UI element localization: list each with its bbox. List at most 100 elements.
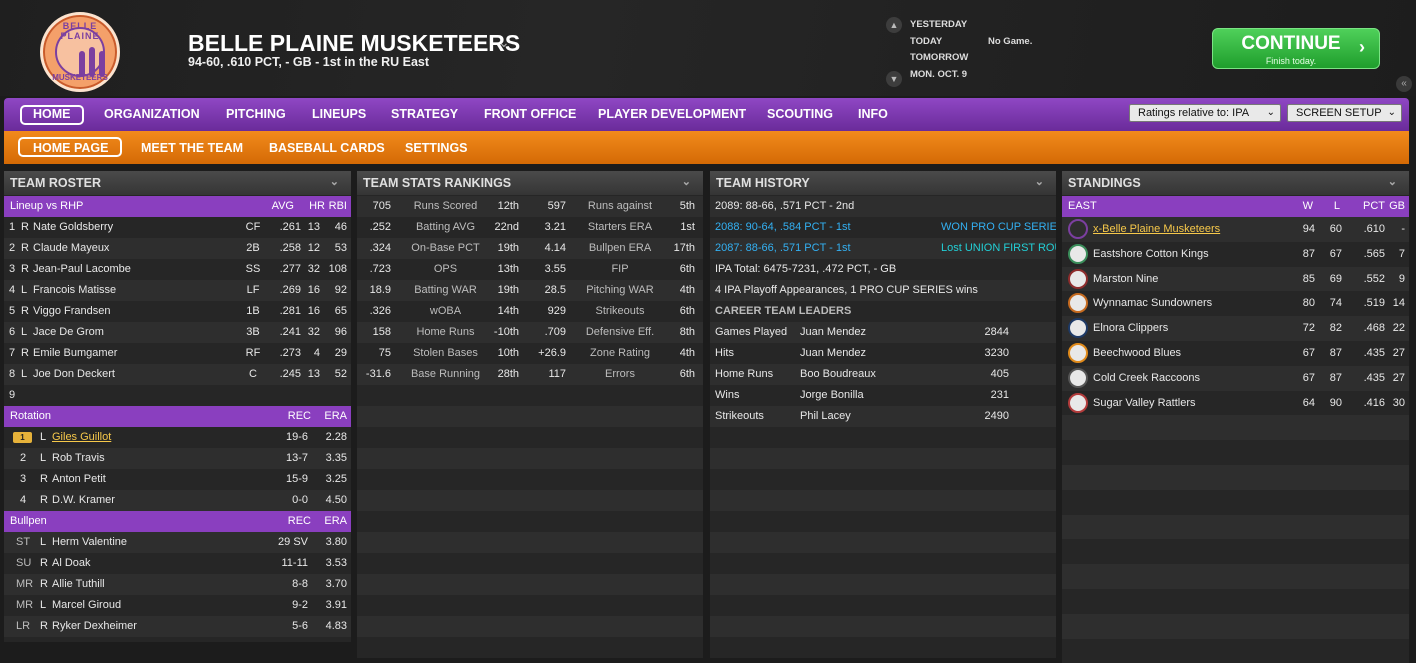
tab-baseball-cards[interactable]: BASEBALL CARDS <box>269 141 385 155</box>
team-name[interactable]: Marston Nine <box>1093 273 1158 285</box>
lineup-row[interactable]: 2 R Claude Mayeux 2B .258 12 53 <box>4 238 351 259</box>
player-name[interactable]: Marcel Giroud <box>52 599 121 611</box>
chevron-up-icon[interactable]: ▲ <box>886 17 902 33</box>
lineup-row[interactable]: 7 R Emile Bumgamer RF .273 4 29 <box>4 343 351 364</box>
player-name[interactable]: Viggo Frandsen <box>33 305 110 317</box>
chevron-down-icon[interactable]: ⌄ <box>330 175 339 188</box>
rotation-row[interactable]: 3 R Anton Petit 15-9 3.25 <box>4 469 351 490</box>
player-name[interactable]: Claude Mayeux <box>33 242 109 254</box>
tab-meet-the-team[interactable]: MEET THE TEAM <box>141 141 243 155</box>
standings-row[interactable]: Wynnamac Sundowners 80 74 .519 14 <box>1062 291 1409 317</box>
lineup-row[interactable]: 3 R Jean-Paul Lacombe SS .277 32 108 <box>4 259 351 280</box>
lineup-row[interactable]: 5 R Viggo Frandsen 1B .281 16 65 <box>4 301 351 322</box>
leader-name[interactable]: Jorge Bonilla <box>800 389 864 401</box>
day-yesterday[interactable]: YESTERDAY <box>910 19 967 30</box>
standings-row[interactable]: Eastshore Cotton Kings 87 67 .565 7 <box>1062 241 1409 267</box>
team-name[interactable]: x-Belle Plaine Musketeers <box>1093 223 1220 235</box>
player-name[interactable]: Joe Don Deckert <box>33 368 115 380</box>
rotation-row[interactable]: 4 R D.W. Kramer 0-0 4.50 <box>4 490 351 511</box>
bullpen-row[interactable]: MR L Marcel Giroud 9-2 3.91 <box>4 595 351 616</box>
standings-row[interactable]: Marston Nine 85 69 .552 9 <box>1062 266 1409 292</box>
player-name[interactable]: Francois Matisse <box>33 284 116 296</box>
lineup-row[interactable]: 4 L Francois Matisse LF .269 16 92 <box>4 280 351 301</box>
season-row[interactable]: 2089: 88-66, .571 PCT - 2nd <box>710 196 1056 217</box>
tab-settings[interactable]: SETTINGS <box>405 141 468 155</box>
collapse-icon[interactable]: « <box>1396 76 1412 92</box>
team-name[interactable]: Beechwood Blues <box>1093 347 1181 359</box>
team-name[interactable]: Wynnamac Sundowners <box>1093 297 1212 309</box>
player-name[interactable]: Jace De Grom <box>33 326 104 338</box>
standings-row[interactable]: x-Belle Plaine Musketeers 94 60 .610 - <box>1062 217 1409 242</box>
leader-row[interactable]: Home Runs Boo Boudreaux 405 <box>710 364 1056 385</box>
tab-organization[interactable]: ORGANIZATION <box>104 107 200 121</box>
player-name[interactable]: Nate Goldsberry <box>33 221 113 233</box>
bullpen-row[interactable]: LR R Ryker Dexheimer 5-6 4.83 <box>4 616 351 637</box>
leader-row[interactable]: Games Played Juan Mendez 2844 <box>710 322 1056 343</box>
player-name[interactable]: Ryker Dexheimer <box>52 620 137 632</box>
bullpen-row[interactable]: ST L Herm Valentine 29 SV 3.80 <box>4 532 351 553</box>
leader-row[interactable]: Hits Juan Mendez 3230 <box>710 343 1056 364</box>
leader-name[interactable]: Phil Lacey <box>800 410 851 422</box>
player-name[interactable]: Al Doak <box>52 557 91 569</box>
avg: .281 <box>279 305 301 317</box>
lineup-row[interactable]: 9 <box>4 385 351 406</box>
standings-row[interactable]: Beechwood Blues 67 87 .435 27 <box>1062 341 1409 366</box>
leader-name[interactable]: Juan Mendez <box>800 326 866 338</box>
day-today[interactable]: TODAY <box>910 36 942 47</box>
tab-strategy[interactable]: STRATEGY <box>391 107 458 121</box>
standings-row[interactable]: Elnora Clippers 72 82 .468 22 <box>1062 316 1409 341</box>
standings-row[interactable]: Cold Creek Raccoons 67 87 .435 27 <box>1062 365 1409 391</box>
chevron-down-icon[interactable]: ⌄ <box>498 34 510 51</box>
stat-rank: 1st <box>680 221 695 233</box>
chevron-down-icon[interactable]: ⌄ <box>1035 175 1044 188</box>
record: 11-11 <box>281 557 308 569</box>
standings-row[interactable]: Sugar Valley Rattlers 64 90 .416 30 <box>1062 390 1409 416</box>
ratings-select[interactable]: Ratings relative to: IPA ⌄ <box>1129 104 1281 122</box>
chevron-down-icon[interactable]: ⌄ <box>1388 175 1397 188</box>
tab-player-development[interactable]: PLAYER DEVELOPMENT <box>598 107 746 121</box>
leader-name[interactable]: Boo Boudreaux <box>800 368 876 380</box>
tab-pitching[interactable]: PITCHING <box>226 107 286 121</box>
season-row[interactable]: 2087: 88-66, .571 PCT - 1st Lost UNION FI… <box>710 238 1056 259</box>
player-name[interactable]: Emile Bumgamer <box>33 347 117 359</box>
team-name[interactable]: Eastshore Cotton Kings <box>1093 248 1209 260</box>
lineup-row[interactable]: 1 R Nate Goldsberry CF .261 13 46 <box>4 217 351 238</box>
leader-row[interactable]: Strikeouts Phil Lacey 2490 <box>710 406 1056 427</box>
season-row[interactable]: 2088: 90-64, .584 PCT - 1st WON PRO CUP S… <box>710 217 1056 238</box>
team-name[interactable]: Cold Creek Raccoons <box>1093 372 1200 384</box>
player-name[interactable]: Jean-Paul Lacombe <box>33 263 131 275</box>
screen-setup-select[interactable]: SCREEN SETUP ⌄ <box>1287 104 1402 122</box>
lineup-row[interactable]: 6 L Jace De Grom 3B .241 32 96 <box>4 322 351 343</box>
team-logo[interactable]: BELLE PLAINE MUSKETEERS <box>40 12 120 92</box>
rotation-row[interactable]: 2 L Rob Travis 13-7 3.35 <box>4 448 351 469</box>
stat-value: +26.9 <box>538 347 566 359</box>
team-name[interactable]: BELLE PLAINE MUSKETEERS <box>188 30 520 57</box>
player-name[interactable]: D.W. Kramer <box>52 494 115 506</box>
continue-button[interactable]: CONTINUE Finish today. › <box>1212 28 1380 69</box>
player-name[interactable]: Anton Petit <box>52 473 106 485</box>
leader-row[interactable]: Wins Jorge Bonilla 231 <box>710 385 1056 406</box>
leader-name[interactable]: Juan Mendez <box>800 347 866 359</box>
day-tomorrow[interactable]: TOMORROW <box>910 52 968 63</box>
player-name[interactable]: Herm Valentine <box>52 536 127 548</box>
chevron-down-icon[interactable]: ▼ <box>886 71 902 87</box>
tab-front-office[interactable]: FRONT OFFICE <box>484 107 576 121</box>
bullpen-role: MR <box>16 599 34 611</box>
player-name[interactable]: Giles Guillot <box>52 431 111 443</box>
tab-lineups[interactable]: LINEUPS <box>312 107 366 121</box>
tab-home[interactable]: HOME <box>33 107 71 121</box>
tab-info[interactable]: INFO <box>858 107 888 121</box>
rotation-row[interactable]: 1 L Giles Guillot 19-6 2.28 <box>4 427 351 448</box>
player-name[interactable]: Allie Tuthill <box>52 578 105 590</box>
tab-home-page[interactable]: HOME PAGE <box>33 141 108 155</box>
lineup-row[interactable]: 8 L Joe Don Deckert C .245 13 52 <box>4 364 351 385</box>
player-name[interactable]: Rob Travis <box>52 452 105 464</box>
team-name[interactable]: Sugar Valley Rattlers <box>1093 397 1196 409</box>
bullpen-row[interactable]: SU R Al Doak 11-11 3.53 <box>4 553 351 574</box>
batting-order: 6 <box>9 326 16 338</box>
bullpen-row[interactable]: MR R Allie Tuthill 8-8 3.70 <box>4 574 351 595</box>
team-name[interactable]: Elnora Clippers <box>1093 322 1168 334</box>
chevron-down-icon[interactable]: ⌄ <box>682 175 691 188</box>
tab-scouting[interactable]: SCOUTING <box>767 107 833 121</box>
day-next[interactable]: MON. OCT. 9 <box>910 69 967 80</box>
